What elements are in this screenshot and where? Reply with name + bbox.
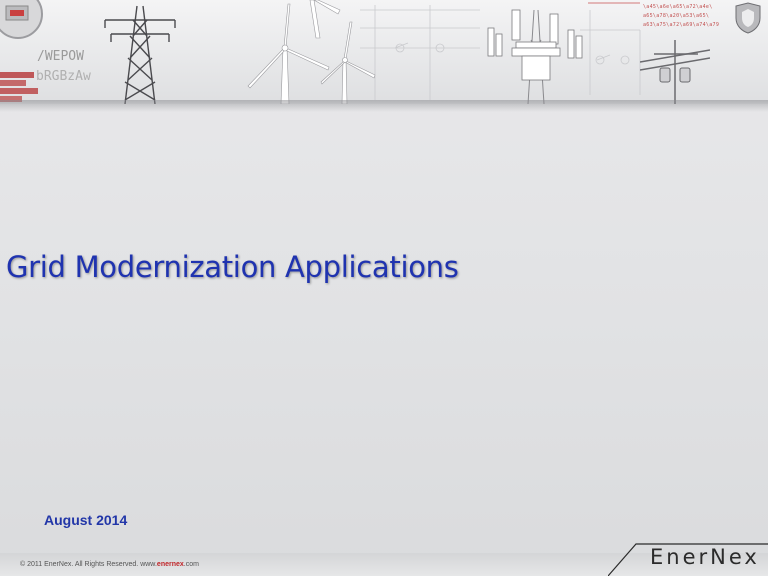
cell-tower-icon — [486, 0, 586, 104]
slide-title: Grid Modernization Applications — [6, 250, 459, 284]
hex-code-line: \a45\a6e\a65\a72\a4e\ — [643, 4, 713, 10]
power-pylon-icon — [95, 0, 190, 104]
code-text-line-1: /WEPOW — [37, 49, 84, 64]
hex-code-line: a63\a75\a72\a69\a74\a79 — [643, 22, 720, 28]
copyright-brand-link[interactable]: enernex — [157, 561, 184, 568]
code-text-line-2: bRGBzAw — [36, 69, 91, 84]
copyright-suffix: .com — [183, 561, 199, 568]
enernex-logo: EnerNex — [650, 545, 760, 569]
header-banner: /WEPOW bRGBzAw \a45\a6e\a65\a72\a4e\ a65… — [0, 0, 768, 104]
wind-turbine-icon — [240, 0, 390, 104]
electric-meter-icon — [0, 0, 48, 49]
banner-shadow — [0, 100, 768, 112]
hex-code-line: a65\a78\a20\a53\a65\ — [643, 13, 710, 19]
copyright-prefix: © 2011 EnerNex. All Rights Reserved. www… — [20, 561, 157, 568]
shield-icon — [733, 2, 763, 39]
slide-date: August 2014 — [44, 512, 128, 528]
copyright-notice: © 2011 EnerNex. All Rights Reserved. www… — [20, 561, 199, 568]
utility-pole-icon — [639, 40, 711, 104]
title-slide: /WEPOW bRGBzAw \a45\a6e\a65\a72\a4e\ a65… — [0, 0, 768, 576]
